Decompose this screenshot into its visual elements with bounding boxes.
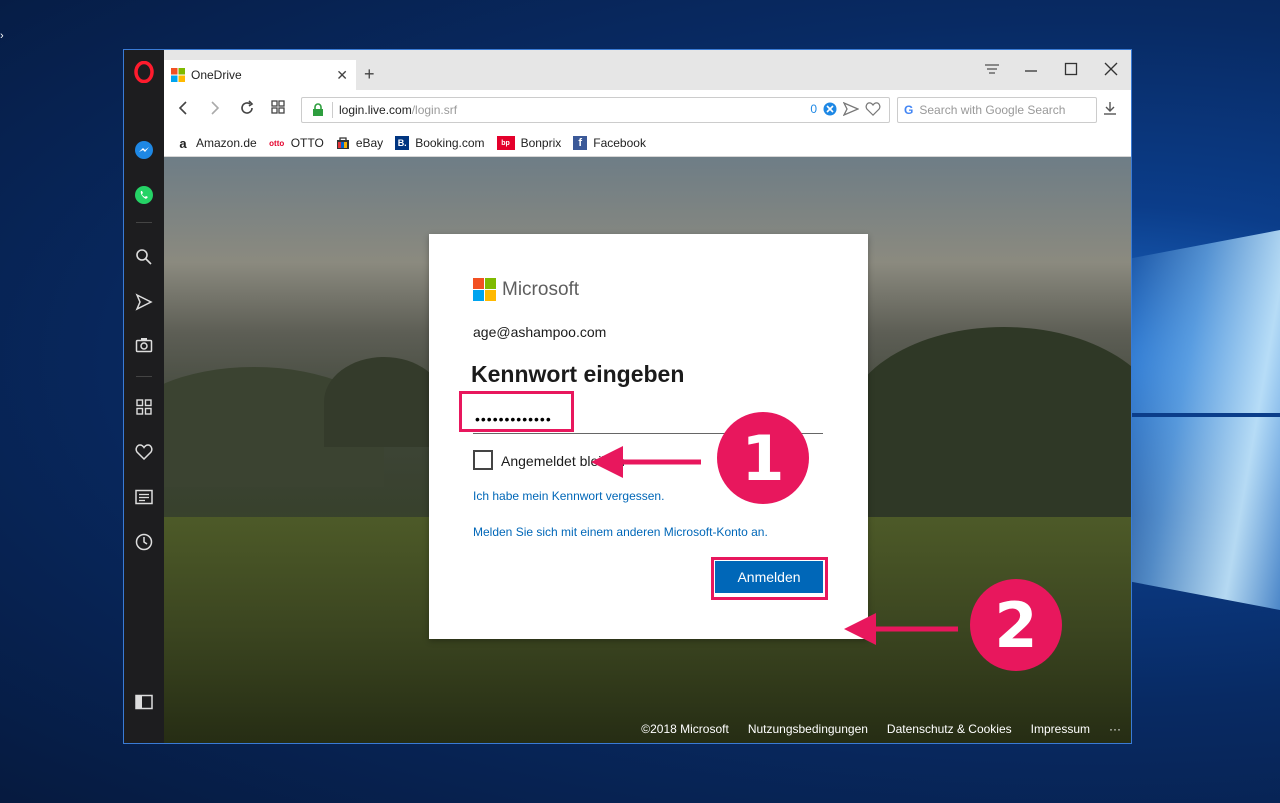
url-path: /login.srf [411, 103, 458, 117]
close-tab-icon[interactable]: ✕ [336, 67, 348, 84]
send-icon[interactable] [132, 290, 156, 314]
download-icon[interactable] [1103, 101, 1117, 118]
footer-copyright: ©2018 Microsoft [641, 722, 729, 736]
back-button[interactable] [177, 100, 189, 121]
bookmark-facebook[interactable]: f Facebook [573, 136, 646, 150]
background-hill [844, 327, 1131, 527]
bookmark-ebay[interactable]: eBay [336, 136, 383, 150]
footer-terms-link[interactable]: Nutzungsbedingungen [748, 722, 868, 736]
bonprix-icon: bp [496, 136, 515, 150]
minimize-button[interactable] [1024, 62, 1038, 79]
amazon-icon: a [179, 135, 187, 151]
page-footer: ©2018 Microsoft Nutzungsbedingungen Date… [641, 715, 1131, 743]
new-tab-button[interactable]: + [364, 64, 375, 85]
search-icon[interactable] [132, 245, 156, 269]
heart-icon[interactable] [132, 440, 156, 464]
annotation-arrow-1 [591, 446, 701, 478]
highlight-password-annotation [459, 391, 574, 432]
history-icon[interactable] [132, 530, 156, 554]
footer-more-button[interactable]: ··· [1109, 722, 1121, 736]
bookmark-label: Bonprix [520, 136, 562, 150]
tab-menu-icon[interactable] [984, 62, 1000, 79]
bookmark-label: Amazon.de [196, 136, 257, 150]
opera-logo-icon[interactable] [132, 60, 156, 84]
camera-icon[interactable] [132, 333, 156, 357]
facebook-icon: f [573, 136, 588, 150]
otto-icon: otto [269, 138, 285, 148]
other-account-link[interactable]: Melden Sie sich mit einem anderen Micros… [473, 525, 768, 539]
url-field[interactable]: login.live.com/login.srf 0 [301, 97, 890, 123]
bookmark-amazon[interactable]: a Amazon.de [176, 135, 257, 151]
maximize-button[interactable] [1064, 62, 1078, 79]
footer-imprint-link[interactable]: Impressum [1031, 722, 1090, 736]
microsoft-brand: Microsoft [473, 278, 579, 301]
url-badge-count: 0 [810, 102, 817, 116]
url-host: login.live.com [339, 103, 412, 117]
bookmark-label: OTTO [290, 136, 324, 150]
annotation-badge-2: 2 [970, 579, 1062, 671]
microsoft-logo-icon [171, 68, 185, 82]
lock-icon [313, 103, 323, 116]
bookmark-label: Booking.com [415, 136, 485, 150]
microsoft-logo-icon [473, 278, 496, 301]
ebay-icon [336, 136, 350, 150]
bookmark-label: eBay [355, 136, 384, 150]
bookmarks-bar: a Amazon.de otto OTTO eBay B. Booking.co… [164, 130, 1131, 157]
search-box[interactable]: G Search with Google Search [897, 97, 1097, 123]
sign-in-button[interactable]: Anmelden [715, 561, 823, 593]
google-icon: G [904, 103, 914, 117]
bookmark-label: Facebook [593, 136, 646, 150]
reload-button[interactable] [239, 100, 255, 121]
speed-dial-icon[interactable] [132, 395, 156, 419]
opera-sidebar [124, 50, 164, 743]
news-icon[interactable] [132, 485, 156, 509]
brand-name: Microsoft [502, 278, 580, 300]
address-toolbar: login.live.com/login.srf 0 G Search with… [164, 90, 1131, 130]
annotation-arrow-2 [844, 613, 958, 645]
forgot-password-link[interactable]: Ich habe mein Kennwort vergessen. [473, 489, 664, 503]
bookmark-booking[interactable]: B. Booking.com [395, 136, 485, 150]
footer-privacy-link[interactable]: Datenschutz & Cookies [887, 722, 1012, 736]
close-window-button[interactable] [1104, 62, 1118, 79]
page-title: Kennwort eingeben [471, 361, 685, 387]
sidebar-toggle-icon[interactable] [132, 690, 156, 714]
desktop-edge-mark: › [0, 30, 4, 42]
annotation-badge-1: 1 [717, 412, 809, 504]
booking-icon: B. [395, 136, 410, 150]
account-identity: age@ashampoo.com [473, 324, 607, 340]
tab-title: OneDrive [191, 68, 242, 82]
tab-bar: OneDrive ✕ + [164, 50, 1131, 90]
bookmark-otto[interactable]: otto OTTO [269, 136, 324, 150]
tabs-grid-icon[interactable] [271, 100, 285, 119]
send-page-icon[interactable] [843, 102, 859, 116]
bookmark-heart-icon[interactable] [865, 102, 881, 116]
page-content: Microsoft age@ashampoo.com Kennwort eing… [164, 157, 1131, 743]
windows-logo-glow [1120, 230, 1280, 610]
windows-logo-divider [1120, 413, 1280, 417]
adblock-icon[interactable] [823, 102, 837, 116]
messenger-icon[interactable] [132, 138, 156, 162]
search-placeholder: Search with Google Search [919, 103, 1066, 117]
whatsapp-icon[interactable] [132, 183, 156, 207]
tab-onedrive[interactable]: OneDrive ✕ [164, 60, 356, 90]
remember-checkbox[interactable] [473, 450, 493, 470]
bookmark-bonprix[interactable]: bp Bonprix [496, 136, 562, 150]
forward-button[interactable] [209, 100, 221, 121]
background-hill [324, 357, 444, 447]
browser-window: OneDrive ✕ + login.live.com/login.srf 0 … [123, 49, 1132, 744]
